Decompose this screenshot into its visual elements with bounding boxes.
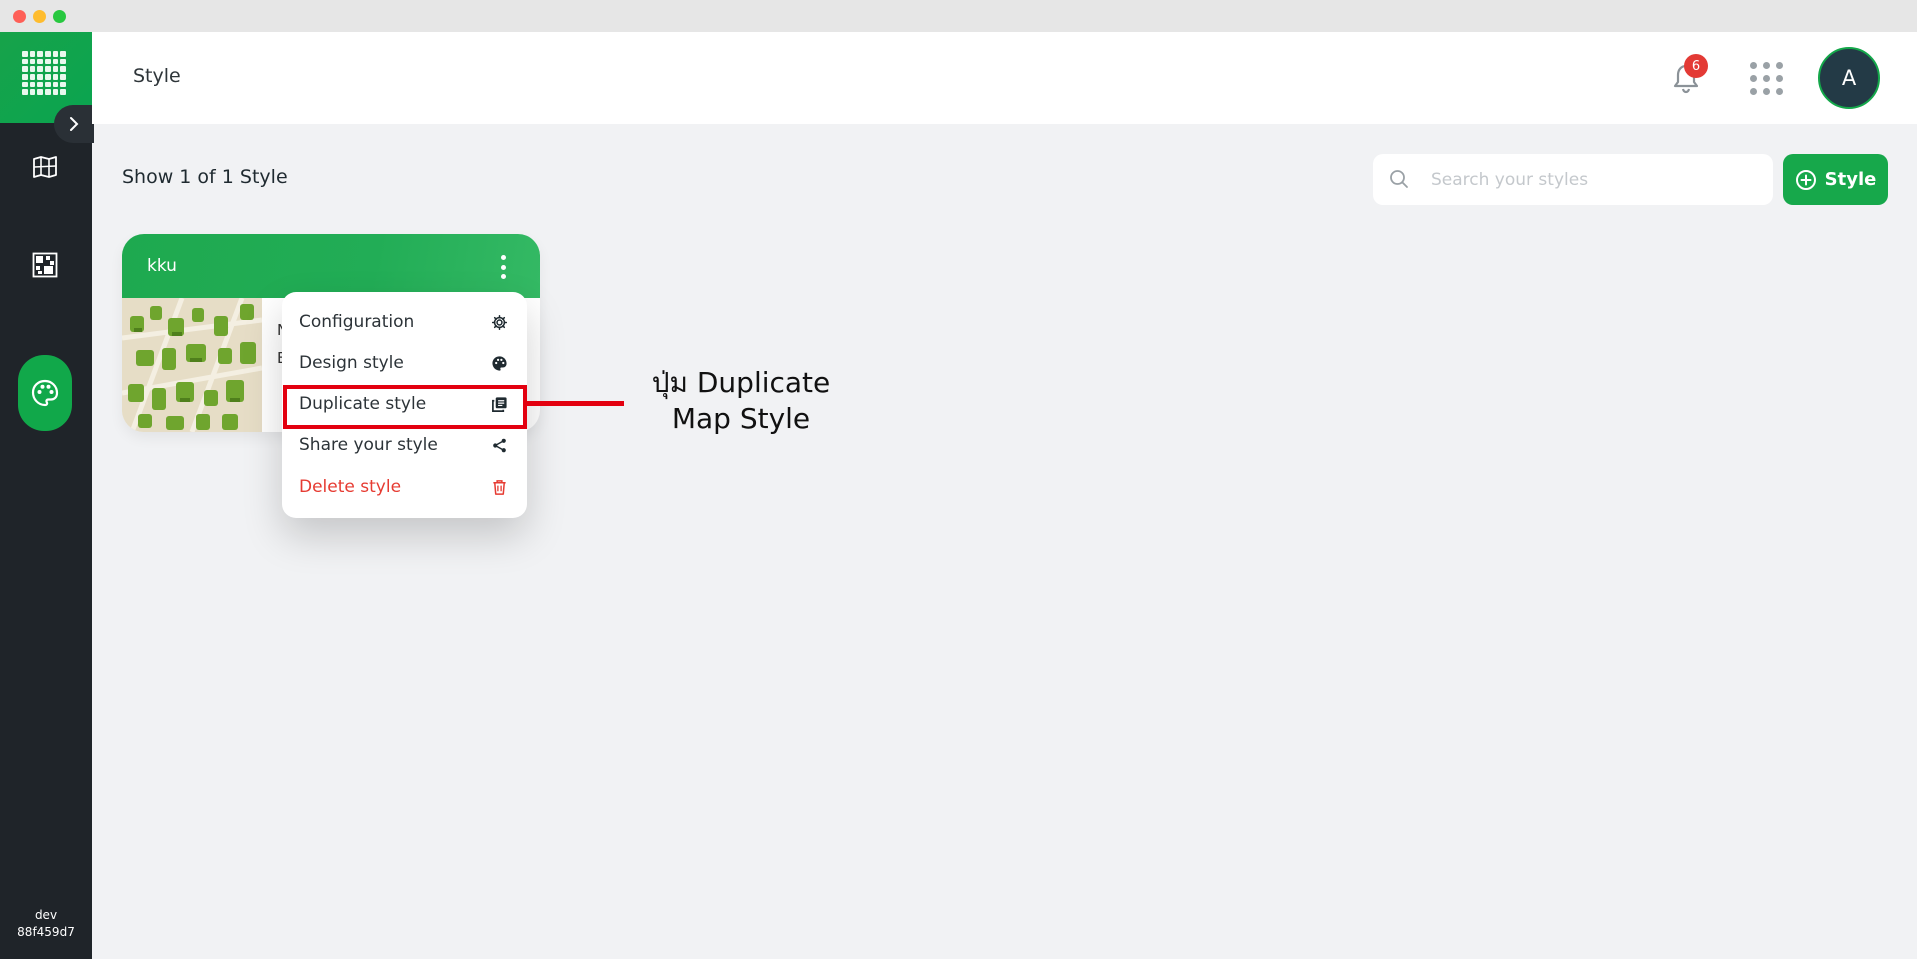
duplicate-highlight-box: [283, 385, 527, 429]
menu-item-share-style[interactable]: Share your style: [282, 427, 527, 463]
apps-launcher-button[interactable]: [1750, 62, 1784, 96]
grid-tiles-icon: [32, 252, 58, 278]
menu-item-label: Design style: [299, 353, 404, 373]
trash-icon: [493, 480, 506, 495]
minimize-window-button[interactable]: [33, 10, 46, 23]
style-card-title: kku: [147, 256, 177, 276]
menu-item-label: Share your style: [299, 435, 438, 455]
maximize-window-button[interactable]: [53, 10, 66, 23]
result-count: Show 1 of 1 Style: [122, 166, 288, 188]
sidebar: dev 88f459d7: [0, 32, 94, 959]
top-header: Style 6 A: [92, 32, 1917, 124]
plus-circle-icon: [1795, 169, 1816, 190]
menu-item-label: Configuration: [299, 312, 415, 332]
search-box: [1373, 154, 1773, 205]
sidebar-expand-button[interactable]: [54, 105, 94, 143]
style-card-header: kku: [122, 234, 540, 298]
annotation-connector-line: [527, 401, 624, 406]
sidebar-item-maps[interactable]: [18, 140, 72, 194]
map-thumbnail-image: [122, 298, 262, 432]
share-icon: [493, 438, 506, 453]
page-title: Style: [133, 65, 181, 87]
build-hash: 88f459d7: [17, 925, 75, 939]
add-style-button[interactable]: Style: [1783, 154, 1888, 205]
palette-icon: [31, 379, 59, 407]
annotation-line1: ปุ่ม Duplicate: [651, 366, 831, 399]
chevron-right-icon: [70, 117, 79, 131]
sidebar-item-tiles[interactable]: [18, 238, 72, 292]
user-avatar[interactable]: A: [1818, 47, 1880, 109]
logo-grid-icon: [22, 51, 66, 95]
more-options-button[interactable]: [498, 255, 508, 279]
sidebar-item-styles[interactable]: [18, 355, 72, 431]
add-style-label: Style: [1824, 169, 1877, 190]
menu-item-delete-style[interactable]: Delete style: [282, 469, 527, 505]
map-icon: [33, 156, 57, 178]
build-info: dev 88f459d7: [0, 907, 92, 941]
menu-item-configuration[interactable]: Configuration: [282, 304, 527, 340]
palette-icon: [492, 356, 507, 371]
search-input[interactable]: [1431, 166, 1751, 194]
close-window-button[interactable]: [13, 10, 26, 23]
annotation-callout: ปุ่ม Duplicate Map Style: [636, 365, 846, 437]
window-titlebar: [0, 0, 1917, 32]
menu-item-label: Delete style: [299, 477, 402, 497]
build-env: dev: [34, 908, 58, 922]
menu-item-design-style[interactable]: Design style: [282, 345, 527, 381]
gear-icon: [491, 314, 508, 331]
style-thumbnail: [122, 298, 262, 432]
search-icon: [1390, 170, 1408, 188]
annotation-line2: Map Style: [671, 402, 811, 435]
notification-badge: 6: [1684, 54, 1708, 78]
